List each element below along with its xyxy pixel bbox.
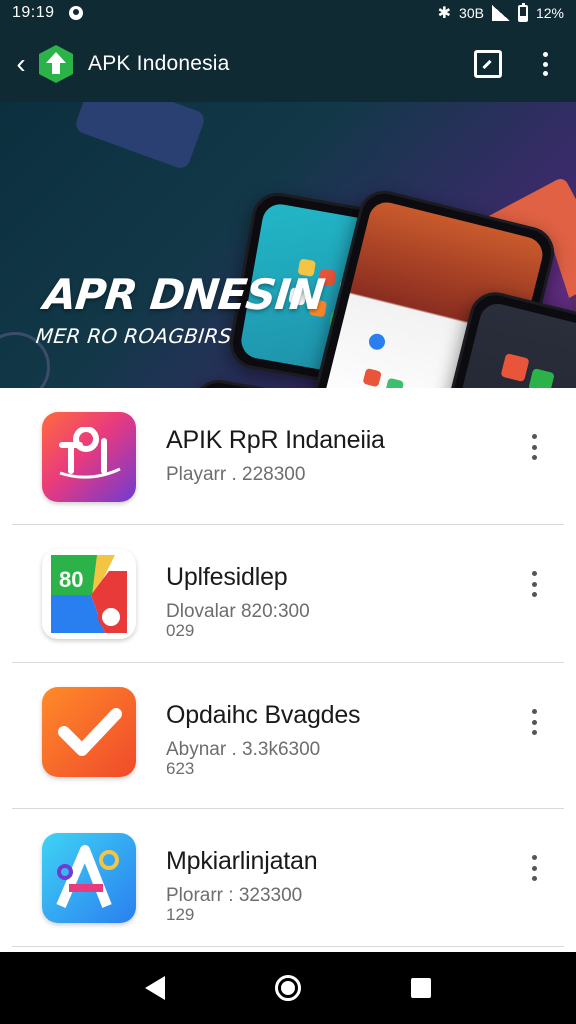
system-nav-bar: [0, 952, 576, 1024]
app-name: Mpkiarlinjatan: [166, 847, 318, 875]
status-time: 19:19: [12, 4, 55, 21]
promo-banner[interactable]: APR DNESIN MER RO ROAGBIRS: [0, 102, 576, 388]
list-item[interactable]: APIK RpR Indaneiia Playarr . 228300: [12, 388, 564, 525]
app-meta-secondary: 129: [166, 905, 195, 924]
svg-text:80: 80: [59, 567, 83, 592]
app-icon: [42, 833, 136, 923]
status-right: ✱ 30B 12%: [437, 2, 564, 23]
app-icon: [42, 687, 136, 777]
bluetooth-icon: ✱: [437, 5, 452, 22]
app-bar-actions: [474, 50, 548, 78]
more-vert-icon[interactable]: [530, 571, 538, 597]
app-meta-secondary: 029: [166, 621, 195, 640]
app-meta-secondary: 623: [166, 759, 195, 778]
network-label: 30B: [459, 5, 484, 21]
app-name: Uplfesidlep: [166, 563, 288, 591]
banner-title: APR DNESIN: [41, 270, 327, 319]
nav-recents-icon[interactable]: [411, 978, 431, 998]
back-icon[interactable]: ‹: [10, 44, 32, 84]
more-vert-icon[interactable]: [530, 709, 538, 735]
banner-shape: [73, 102, 207, 171]
more-vert-icon[interactable]: [542, 52, 548, 76]
list-item[interactable]: Opdaihc Bvagdes Abynar . 3.3k6300 623: [12, 663, 564, 809]
app-meta: Plorarr : 323300: [166, 885, 303, 906]
app-meta: Abynar . 3.3k6300: [166, 739, 321, 760]
notification-icon: [68, 6, 83, 20]
app-logo-icon: [34, 42, 78, 86]
list-item[interactable]: Mpkiarlinjatan Plorarr : 323300 129: [12, 809, 564, 947]
nav-back-icon[interactable]: [145, 976, 165, 1000]
banner-subtitle: MER RO ROAGBIRS: [34, 324, 233, 348]
status-bar: 19:19 ✱ 30B 12%: [0, 0, 576, 26]
app-name: Opdaihc Bvagdes: [166, 701, 361, 729]
signal-icon: [491, 5, 510, 21]
more-vert-icon[interactable]: [530, 855, 538, 881]
app-icon: [42, 412, 136, 502]
battery-icon: [517, 2, 528, 22]
battery-percent: 12%: [535, 5, 564, 21]
open-in-icon[interactable]: [474, 50, 502, 78]
app-name: APIK RpR Indaneiia: [166, 426, 385, 454]
nav-home-icon[interactable]: [275, 975, 301, 1001]
app-bar: ‹ APK Indonesia: [0, 26, 576, 102]
app-title: APK Indonesia: [88, 52, 230, 75]
app-list: APIK RpR Indaneiia Playarr . 228300 80 U…: [0, 388, 576, 947]
more-vert-icon[interactable]: [530, 434, 538, 460]
list-item[interactable]: 80 Uplfesidlep Dlovalar 820:300 029: [12, 525, 564, 663]
app-meta: Dlovalar 820:300: [166, 601, 310, 622]
app-meta: Playarr . 228300: [166, 464, 306, 485]
app-icon: 80: [42, 549, 136, 639]
